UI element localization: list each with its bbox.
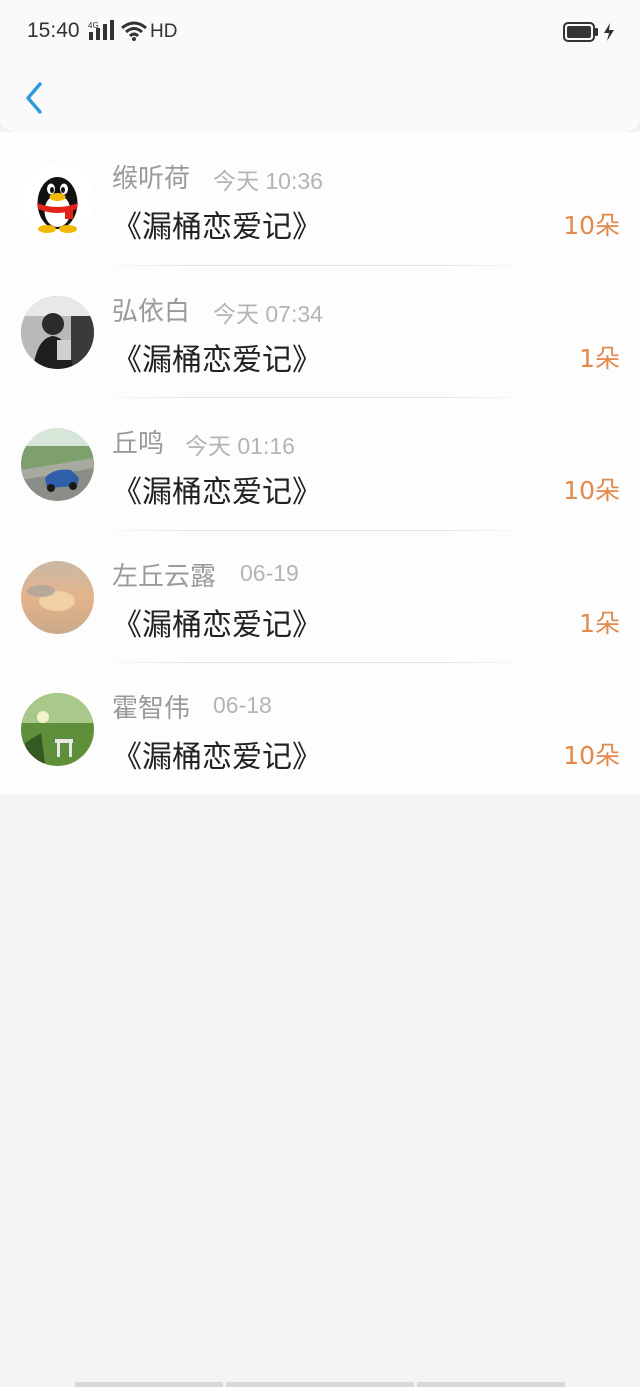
charging-icon (604, 23, 614, 41)
list-item[interactable]: 丘鸣 今天 01:16 《漏桶恋爱记》 10朵 (0, 397, 640, 530)
garden-photo-avatar (21, 693, 94, 767)
nav-indicator (226, 1382, 414, 1387)
flower-count: 10朵 (563, 476, 620, 506)
sent-time: 今天 10:36 (213, 168, 323, 194)
flower-count: 10朵 (563, 211, 620, 240)
car-photo-avatar (21, 428, 94, 502)
list-item[interactable]: 弘依白 今天 07:34 《漏桶恋爱记》 1朵 (0, 264, 640, 398)
sent-time: 06-19 (240, 559, 299, 586)
list-item[interactable]: 左丘云露 06-19 《漏桶恋爱记》 1朵 (0, 529, 640, 663)
nav-indicator (417, 1382, 565, 1387)
sent-time: 今天 07:34 (213, 300, 323, 327)
chevron-left-icon[interactable] (20, 80, 50, 116)
list-item[interactable]: 缑听荷 今天 10:36 《漏桶恋爱记》 10朵 (0, 132, 640, 265)
sent-time: 06-18 (213, 692, 272, 719)
battery-icon (563, 22, 598, 42)
book-title: 《漏桶恋爱记》 (112, 740, 322, 776)
sender-name: 霍智伟 (112, 694, 191, 725)
sender-name: 左丘云露 (112, 561, 217, 592)
flower-count: 1朵 (579, 608, 620, 638)
hd-label: HD (150, 21, 178, 42)
sent-time: 今天 01:16 (185, 433, 295, 460)
sunset-sky-avatar (21, 560, 94, 634)
nav-indicator (75, 1382, 223, 1387)
nav-bar (0, 64, 640, 132)
book-title: 《漏桶恋爱记》 (112, 342, 322, 378)
flower-count: 10朵 (563, 741, 620, 771)
signal-icon: 4G (88, 20, 114, 40)
gift-list: 缑听荷 今天 10:36 《漏桶恋爱记》 10朵 弘依白 今天 07:34 《漏… (0, 132, 640, 795)
person-photo-avatar (21, 295, 94, 369)
book-title: 《漏桶恋爱记》 (112, 210, 322, 245)
sender-name: 弘依白 (112, 296, 191, 327)
status-time: 15:40 (27, 19, 80, 42)
wifi-icon (121, 21, 147, 41)
book-title: 《漏桶恋爱记》 (112, 475, 322, 511)
list-item[interactable]: 霍智伟 06-18 《漏桶恋爱记》 10朵 (0, 662, 640, 795)
sender-name: 丘鸣 (112, 429, 165, 460)
qq-penguin-avatar (21, 163, 94, 236)
flower-count: 1朵 (579, 343, 620, 373)
sender-name: 缑听荷 (112, 164, 191, 194)
status-bar: 15:40 4G HD (0, 0, 640, 64)
book-title: 《漏桶恋爱记》 (112, 607, 322, 643)
